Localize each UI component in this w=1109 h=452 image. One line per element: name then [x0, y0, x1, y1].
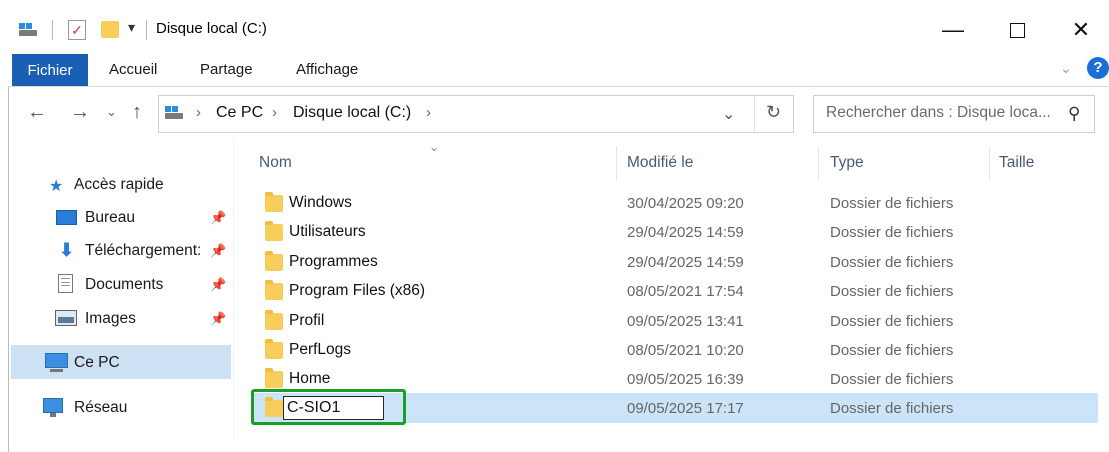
file-modified: 30/04/2025 09:20 [627, 195, 744, 212]
column-header-modified[interactable]: Modifié le [627, 154, 693, 172]
address-divider [754, 96, 755, 132]
file-name[interactable]: Utilisateurs [289, 223, 366, 241]
file-name[interactable]: Profil [289, 312, 324, 330]
pane-divider [233, 140, 234, 440]
breadcrumb-disque-local[interactable]: Disque local (C:) [293, 104, 411, 122]
folder-icon [265, 368, 283, 388]
file-name[interactable]: Windows [289, 194, 352, 212]
nav-ce-pc[interactable]: Ce PC [74, 354, 120, 372]
forward-arrow-icon[interactable]: → [70, 101, 90, 124]
ribbon [8, 52, 1109, 86]
tab-accueil[interactable]: Accueil [109, 61, 157, 78]
column-separator[interactable] [989, 146, 990, 180]
file-modified: 09/05/2025 16:39 [627, 371, 744, 388]
search-placeholder: Rechercher dans : Disque loca... [826, 104, 1051, 121]
recent-locations-icon[interactable]: ⌄ [106, 104, 117, 120]
minimize-button[interactable]: — [930, 10, 976, 50]
file-modified: 08/05/2021 17:54 [627, 283, 744, 300]
file-type: Dossier de fichiers [830, 313, 954, 330]
help-icon[interactable]: ? [1087, 57, 1109, 79]
documents-icon [58, 274, 73, 293]
properties-icon[interactable]: ✓ [68, 20, 86, 40]
new-folder-icon[interactable] [101, 21, 119, 38]
file-type: Dossier de fichiers [830, 224, 954, 241]
network-cable [50, 413, 56, 417]
ribbon-divider [8, 86, 1109, 87]
drive-icon [19, 23, 37, 37]
network-icon [43, 398, 63, 413]
file-modified: 29/04/2025 14:59 [627, 224, 744, 241]
maximize-button[interactable] [994, 10, 1040, 50]
file-name[interactable]: Programmes [289, 253, 378, 271]
column-header-name[interactable]: Nom [259, 154, 292, 172]
breadcrumb-separator[interactable]: › [272, 104, 277, 121]
drive-address-icon [165, 106, 183, 120]
file-modified: 09/05/2025 13:41 [627, 313, 744, 330]
breadcrumb-separator[interactable]: › [196, 104, 201, 121]
tab-affichage[interactable]: Affichage [296, 61, 358, 78]
nav-selection [11, 345, 231, 379]
column-header-size[interactable]: Taille [999, 154, 1034, 172]
nav-quick-access[interactable]: Accès rapide [74, 176, 164, 194]
file-name[interactable]: Home [289, 370, 330, 388]
pin-icon[interactable]: 📌 [210, 243, 226, 259]
file-type: Dossier de fichiers [830, 371, 954, 388]
search-icon[interactable]: ⚲ [1068, 104, 1080, 124]
customize-qa-icon[interactable]: ▾ [128, 19, 135, 36]
nav-images[interactable]: Images [85, 310, 136, 328]
window-title: Disque local (C:) [156, 20, 267, 37]
file-modified: 09/05/2025 17:17 [627, 400, 744, 417]
folder-icon [265, 251, 283, 271]
download-arrow-icon: ⬇ [59, 240, 75, 260]
folder-icon [265, 192, 283, 212]
back-arrow-icon[interactable]: ← [27, 101, 47, 124]
column-separator[interactable] [616, 146, 617, 180]
computer-icon [45, 353, 68, 368]
breadcrumb-ce-pc[interactable]: Ce PC [216, 104, 263, 122]
nav-reseau[interactable]: Réseau [74, 399, 127, 417]
nav-bureau[interactable]: Bureau [85, 209, 135, 227]
nav-telechargements[interactable]: Téléchargement: [85, 242, 210, 260]
highlight-box [251, 389, 406, 425]
column-header-type[interactable]: Type [830, 154, 864, 172]
file-modified: 29/04/2025 14:59 [627, 254, 744, 271]
folder-icon [265, 280, 283, 300]
nav-documents[interactable]: Documents [85, 276, 163, 294]
images-icon [55, 310, 77, 326]
file-type: Dossier de fichiers [830, 342, 954, 359]
pin-icon[interactable]: 📌 [210, 311, 226, 327]
folder-icon [265, 310, 283, 330]
computer-stand [50, 369, 63, 372]
qa-divider-2 [146, 20, 147, 40]
qa-divider [52, 20, 53, 40]
desktop-icon [56, 210, 77, 225]
pin-icon[interactable]: 📌 [210, 277, 226, 293]
pin-icon[interactable]: 📌 [210, 210, 226, 226]
file-type: Dossier de fichiers [830, 283, 954, 300]
tab-fichier[interactable]: Fichier [12, 54, 88, 86]
file-name[interactable]: PerfLogs [289, 341, 351, 359]
folder-icon [265, 221, 283, 241]
expand-ribbon-icon[interactable]: ⌄ [1060, 60, 1072, 77]
quick-access-star-icon: ★ [49, 178, 64, 195]
file-type: Dossier de fichiers [830, 195, 954, 212]
tab-partage[interactable]: Partage [200, 61, 253, 78]
file-type: Dossier de fichiers [830, 254, 954, 271]
sort-indicator-icon: ⌄ [429, 140, 440, 154]
file-name[interactable]: Program Files (x86) [289, 282, 425, 300]
breadcrumb-separator[interactable]: › [426, 104, 431, 121]
folder-icon [265, 339, 283, 359]
column-separator[interactable] [818, 146, 819, 180]
up-arrow-icon[interactable]: ↑ [132, 101, 142, 124]
close-button[interactable]: ✕ [1058, 10, 1104, 50]
refresh-icon[interactable]: ↻ [766, 102, 781, 123]
file-type: Dossier de fichiers [830, 400, 954, 417]
file-modified: 08/05/2021 10:20 [627, 342, 744, 359]
address-dropdown-icon[interactable]: ⌄ [722, 104, 735, 124]
